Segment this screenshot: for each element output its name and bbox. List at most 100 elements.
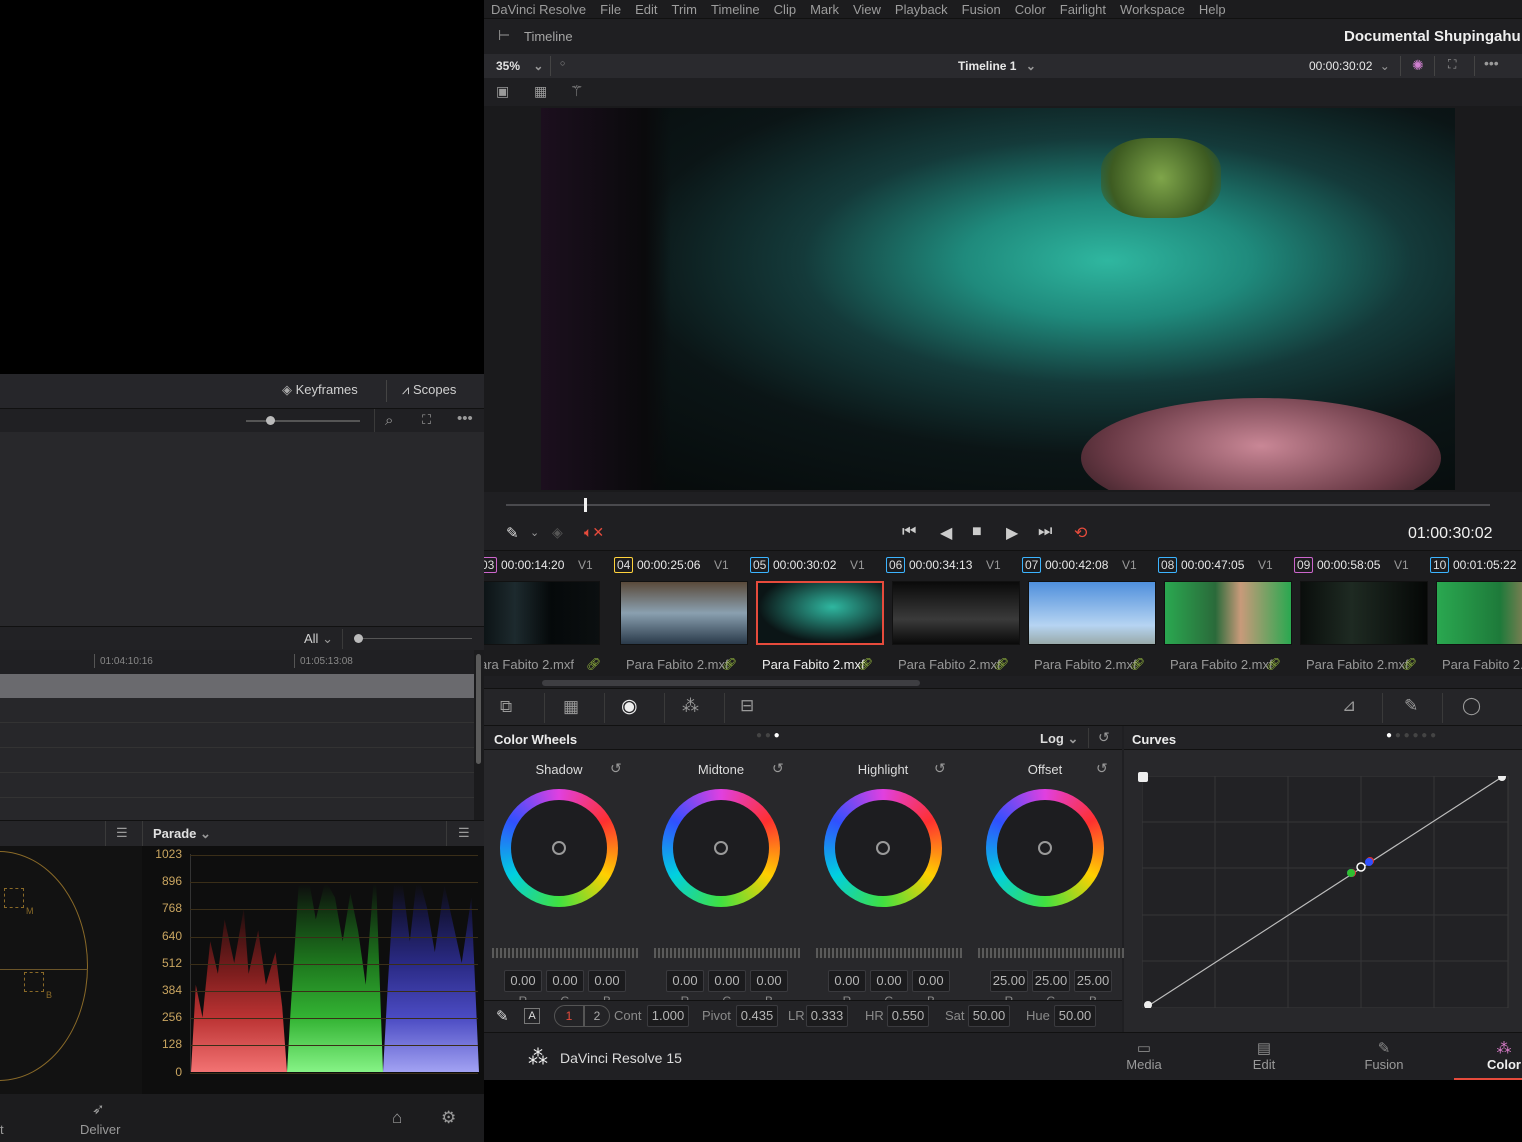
keyframe-track[interactable]	[0, 798, 474, 820]
wheel-g-field[interactable]: 25.00	[1032, 970, 1070, 992]
split-viewer-icon[interactable]: ▦	[534, 83, 547, 100]
reset-icon[interactable]: ↺	[1098, 729, 1110, 746]
page-tab-label[interactable]: t	[0, 1122, 4, 1137]
single-viewer-icon[interactable]: ▣	[496, 83, 509, 100]
deliver-tab[interactable]: Deliver	[80, 1122, 120, 1137]
menu-item[interactable]: Clip	[774, 2, 796, 17]
reset-icon[interactable]: ↺	[772, 760, 784, 777]
menu-item[interactable]: View	[853, 2, 881, 17]
zoom-slider[interactable]	[246, 420, 360, 422]
color-wheels-icon[interactable]: ◉	[621, 695, 638, 718]
menu-item[interactable]: Mark	[810, 2, 839, 17]
page-1-button[interactable]: 1	[554, 1005, 584, 1027]
menu-item[interactable]: Fusion	[962, 2, 1001, 17]
menu-item[interactable]: Playback	[895, 2, 948, 17]
play-icon[interactable]: ▶︎	[1006, 523, 1018, 543]
clip-thumbnail[interactable]	[620, 581, 748, 645]
scrollbar[interactable]	[474, 650, 484, 820]
clip-thumbnail[interactable]	[1436, 581, 1522, 645]
wheel-g-field[interactable]: 0.00	[546, 970, 584, 992]
wheel-b-field[interactable]: 0.00	[912, 970, 950, 992]
reverse-play-icon[interactable]: ◀︎	[940, 523, 952, 543]
wheel-center[interactable]	[511, 800, 607, 896]
clip-thumbnail[interactable]	[1300, 581, 1428, 645]
fullscreen-icon[interactable]: ⛶	[422, 412, 431, 428]
menu-item[interactable]: Edit	[635, 2, 657, 17]
pivot-field[interactable]: 0.435	[736, 1005, 778, 1027]
timeline-dropdown[interactable]: Timeline 1 ⌄	[958, 59, 1036, 73]
wheel-g-field[interactable]: 0.00	[708, 970, 746, 992]
curve-control-handle[interactable]	[1138, 772, 1148, 782]
chevron-down-icon[interactable]: ⌄	[530, 526, 539, 539]
timeline-zoom-slider[interactable]	[358, 638, 472, 639]
curves-graph[interactable]	[1142, 776, 1512, 1008]
keyframe-track[interactable]	[0, 698, 474, 723]
mode-dropdown[interactable]: Log ⌄	[1040, 731, 1078, 747]
hue-field[interactable]: 50.00	[1054, 1005, 1096, 1027]
loop-icon[interactable]: ⟲	[1074, 523, 1087, 543]
clip-thumbnail[interactable]	[484, 581, 600, 645]
clip-thumbnail[interactable]	[1164, 581, 1292, 645]
menu-item[interactable]: Fairlight	[1060, 2, 1106, 17]
camera-raw-icon[interactable]: ⧉	[500, 697, 512, 717]
scope-settings-icon[interactable]: ☰	[458, 825, 470, 841]
menu-item[interactable]: Color	[1015, 2, 1046, 17]
menu-item[interactable]: Help	[1199, 2, 1226, 17]
page-tab-edit[interactable]: ▤ Edit	[1214, 1033, 1314, 1081]
keyframe-track[interactable]	[0, 773, 474, 798]
menu-item[interactable]: File	[600, 2, 621, 17]
hr-field[interactable]: 0.550	[887, 1005, 929, 1027]
keyframe-track-master[interactable]	[0, 674, 474, 698]
color-wheel[interactable]	[500, 789, 618, 907]
page-tab-fusion[interactable]: ✎ Fusion	[1334, 1033, 1434, 1081]
clip-thumbnail[interactable]	[892, 581, 1020, 645]
timecode-dropdown[interactable]: 00:00:30:02 ⌄	[1309, 59, 1390, 73]
filter-dropdown[interactable]: All ⌄	[304, 631, 333, 647]
lr-field[interactable]: 0.333	[806, 1005, 848, 1027]
curves-icon[interactable]: ⊿	[1342, 696, 1356, 716]
qualifier-icon[interactable]: ✎	[1404, 696, 1418, 716]
viewer[interactable]	[484, 106, 1522, 492]
wheel-b-field[interactable]: 25.00	[1074, 970, 1112, 992]
wheel-center[interactable]	[997, 800, 1093, 896]
scopes-tab[interactable]: ⩘ Scopes	[402, 382, 456, 398]
more-options-icon[interactable]: •••	[457, 410, 473, 427]
page-dots[interactable]: ● ● ● ● ● ●	[1386, 730, 1436, 741]
menu-item[interactable]: Workspace	[1120, 2, 1185, 17]
keyframe-track[interactable]	[0, 723, 474, 748]
motion-effects-icon[interactable]: ⊟	[740, 696, 754, 716]
search-icon[interactable]: ⌕	[385, 412, 393, 429]
menu-item[interactable]: Timeline	[711, 2, 760, 17]
eyedropper-icon[interactable]: ✎	[506, 524, 519, 542]
timeline-label[interactable]: Timeline	[524, 29, 573, 44]
wheel-r-field[interactable]: 0.00	[504, 970, 542, 992]
color-picker-icon[interactable]: ✺	[1412, 57, 1424, 74]
stop-icon[interactable]: ■	[972, 523, 982, 541]
zoom-dropdown[interactable]: 35% ⌄	[496, 59, 543, 73]
layers-icon[interactable]: ◈	[552, 524, 563, 541]
color-wheel[interactable]	[986, 789, 1104, 907]
wheel-b-field[interactable]: 0.00	[588, 970, 626, 992]
color-wheel[interactable]	[824, 789, 942, 907]
auto-color-button[interactable]: A	[524, 1008, 540, 1024]
rgb-mixer-icon[interactable]: ⁂	[682, 696, 699, 716]
page-dots[interactable]: ● ● ●	[756, 730, 780, 741]
master-wheel-slider[interactable]	[654, 948, 800, 958]
color-match-icon[interactable]: ▦	[563, 697, 579, 717]
clips-scrollbar[interactable]	[542, 680, 920, 686]
keyframe-track[interactable]	[0, 748, 474, 773]
wheel-center[interactable]	[835, 800, 931, 896]
skip-to-start-icon[interactable]: ⏮︎	[902, 523, 916, 541]
wheel-r-field[interactable]: 0.00	[666, 970, 704, 992]
wheel-r-field[interactable]: 25.00	[990, 970, 1028, 992]
wheel-center[interactable]	[673, 800, 769, 896]
master-wheel-slider[interactable]	[816, 948, 962, 958]
playhead[interactable]	[584, 498, 587, 512]
mute-icon[interactable]: 🔈︎✕	[584, 524, 604, 541]
scrollbar-thumb[interactable]	[476, 654, 481, 764]
wheel-r-field[interactable]: 0.00	[828, 970, 866, 992]
clip-thumbnail[interactable]	[756, 581, 884, 645]
auto-balance-icon[interactable]: ✎	[496, 1007, 509, 1025]
window-icon[interactable]: ◯	[1462, 696, 1481, 716]
zoom-slider-handle[interactable]	[266, 416, 275, 425]
